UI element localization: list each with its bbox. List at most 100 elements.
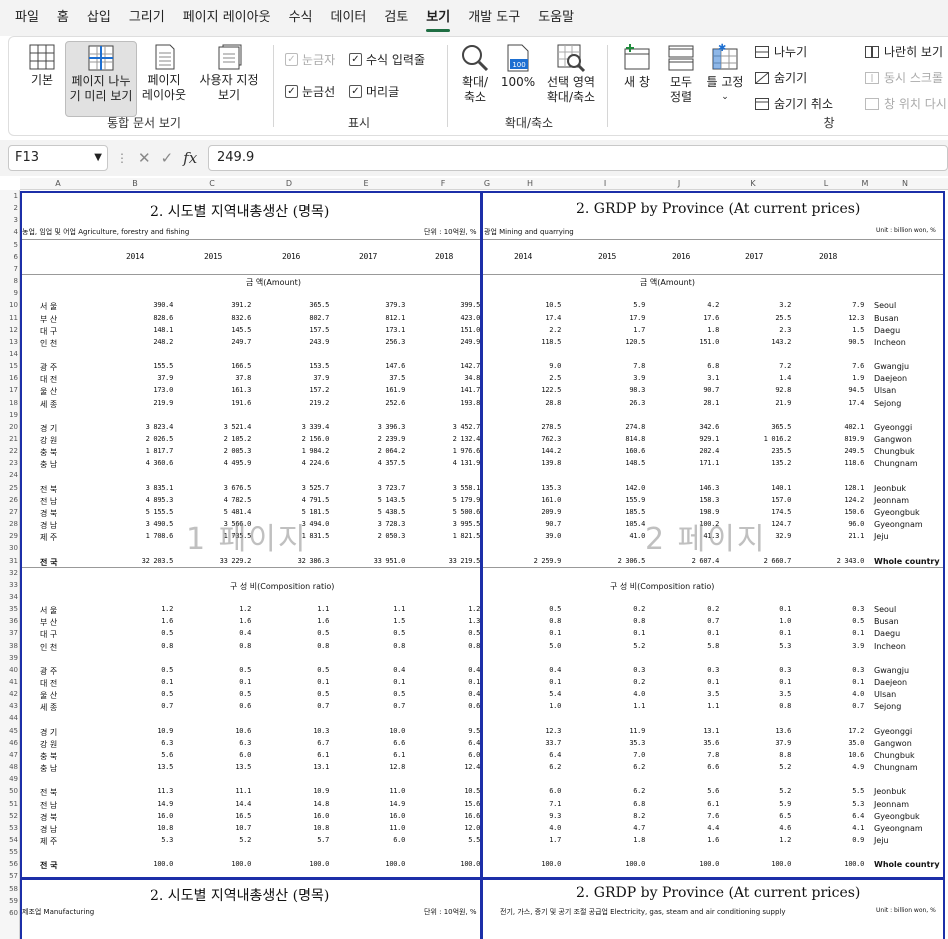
menu-tab-2[interactable]: 삽입 [78, 0, 120, 36]
reset-window-position-button[interactable]: 창 위치 다시 [865, 95, 947, 112]
name-box[interactable]: F13 ▼ [8, 145, 108, 171]
row-header[interactable]: 58 [0, 885, 18, 893]
row-header[interactable]: 33 [0, 581, 18, 589]
row-header[interactable]: 23 [0, 459, 18, 467]
formula-input[interactable]: 249.9 [208, 145, 948, 171]
row-header[interactable]: 50 [0, 787, 18, 795]
menu-tab-0[interactable]: 파일 [6, 0, 48, 36]
row-header[interactable]: 60 [0, 909, 18, 917]
row-header[interactable]: 19 [0, 411, 18, 419]
row-header[interactable]: 2 [0, 204, 18, 212]
column-header-C[interactable]: C [204, 178, 220, 190]
row-header[interactable]: 14 [0, 350, 18, 358]
row-header[interactable]: 22 [0, 447, 18, 455]
row-header[interactable]: 55 [0, 848, 18, 856]
column-header-A[interactable]: A [50, 178, 66, 190]
row-header[interactable]: 30 [0, 544, 18, 552]
row-header[interactable]: 52 [0, 812, 18, 820]
row-header[interactable]: 48 [0, 763, 18, 771]
row-header[interactable]: 42 [0, 690, 18, 698]
menu-tab-4[interactable]: 페이지 레이아웃 [174, 0, 280, 36]
column-header-J[interactable]: J [671, 178, 687, 190]
row-header[interactable]: 1 [0, 192, 18, 200]
row-header[interactable]: 41 [0, 678, 18, 686]
freeze-panes-button[interactable]: ✱ 틀 고정 ⌄ [703, 41, 747, 105]
row-header[interactable]: 47 [0, 751, 18, 759]
menu-tab-9[interactable]: 개발 도구 [459, 0, 529, 36]
row-header[interactable]: 12 [0, 326, 18, 334]
row-header[interactable]: 54 [0, 836, 18, 844]
row-header[interactable]: 35 [0, 605, 18, 613]
zoom-to-selection-button[interactable]: 선택 영역 확대/축소 [539, 41, 603, 105]
row-header[interactable]: 26 [0, 496, 18, 504]
row-header[interactable]: 56 [0, 860, 18, 868]
row-header[interactable]: 20 [0, 423, 18, 431]
worksheet[interactable]: ABCDEFGHIJKLMN 1 2 3 4 5 6 7 8 9 10 11 12 13 14 15 16 17… [0, 178, 948, 939]
row-header[interactable]: 27 [0, 508, 18, 516]
row-header[interactable]: 34 [0, 593, 18, 601]
menu-tab-1[interactable]: 홈 [48, 0, 78, 36]
split-button[interactable]: 나누기 [755, 43, 807, 60]
menu-tab-5[interactable]: 수식 [280, 0, 322, 36]
row-header[interactable]: 39 [0, 654, 18, 662]
row-header[interactable]: 28 [0, 520, 18, 528]
menu-tab-6[interactable]: 데이터 [321, 0, 375, 36]
enter-icon[interactable]: ✓ [161, 149, 174, 167]
row-header[interactable]: 31 [0, 557, 18, 565]
row-header[interactable]: 25 [0, 484, 18, 492]
column-header-H[interactable]: H [522, 178, 538, 190]
row-header[interactable]: 6 [0, 253, 18, 261]
menu-view-tab-active[interactable]: 보기 [417, 0, 459, 36]
column-header-F[interactable]: F [435, 178, 451, 190]
row-header[interactable]: 44 [0, 714, 18, 722]
column-header-L[interactable]: L [818, 178, 834, 190]
row-header[interactable]: 46 [0, 739, 18, 747]
row-header[interactable]: 40 [0, 666, 18, 674]
row-header[interactable]: 17 [0, 386, 18, 394]
cancel-icon[interactable]: ✕ [138, 149, 151, 167]
row-header[interactable]: 21 [0, 435, 18, 443]
insert-function-icon[interactable]: fx [183, 149, 197, 167]
column-header-M[interactable]: M [857, 178, 873, 190]
menu-tab-3[interactable]: 그리기 [120, 0, 174, 36]
row-header[interactable]: 51 [0, 800, 18, 808]
row-header[interactable]: 16 [0, 374, 18, 382]
row-header[interactable]: 43 [0, 702, 18, 710]
column-header-E[interactable]: E [358, 178, 374, 190]
unhide-button[interactable]: 숨기기 취소 [755, 95, 833, 112]
row-header[interactable]: 24 [0, 471, 18, 479]
row-header[interactable]: 36 [0, 617, 18, 625]
ruler-checkbox[interactable]: ✓ 눈금자 [285, 51, 335, 68]
row-header[interactable]: 10 [0, 301, 18, 309]
column-header-K[interactable]: K [745, 178, 761, 190]
column-header-N[interactable]: N [897, 178, 913, 190]
headings-checkbox[interactable]: ✓ 머리글 [349, 83, 399, 100]
chevron-down-icon[interactable]: ▼ [94, 146, 102, 170]
column-header-B[interactable]: B [127, 178, 143, 190]
normal-view-button[interactable]: 기본 [21, 41, 63, 88]
row-header[interactable]: 9 [0, 289, 18, 297]
row-header[interactable]: 32 [0, 569, 18, 577]
column-header-D[interactable]: D [281, 178, 297, 190]
row-header[interactable]: 38 [0, 642, 18, 650]
column-header-G[interactable]: G [479, 178, 495, 190]
custom-views-button[interactable]: 사용자 지정 보기 [193, 41, 265, 103]
page-layout-button[interactable]: 페이지 레이아웃 [139, 41, 189, 103]
row-header[interactable]: 8 [0, 277, 18, 285]
gridlines-checkbox[interactable]: ✓ 눈금선 [285, 83, 335, 100]
column-header-I[interactable]: I [597, 178, 613, 190]
row-header[interactable]: 49 [0, 775, 18, 783]
row-header[interactable]: 45 [0, 727, 18, 735]
row-header[interactable]: 11 [0, 314, 18, 322]
view-side-by-side-button[interactable]: 나란히 보기 [865, 43, 943, 60]
hide-button[interactable]: 숨기기 [755, 69, 807, 86]
page-break-preview-button[interactable]: 페이지 나누 기 미리 보기 [65, 41, 137, 117]
row-header[interactable]: 37 [0, 629, 18, 637]
new-window-button[interactable]: 새 창 [615, 41, 659, 90]
row-header[interactable]: 4 [0, 228, 18, 236]
row-header[interactable]: 29 [0, 532, 18, 540]
row-header[interactable]: 15 [0, 362, 18, 370]
synchronous-scroll-button[interactable]: 동시 스크롤 [865, 69, 943, 86]
zoom-100-button[interactable]: 100 100% [499, 41, 537, 90]
row-header[interactable]: 13 [0, 338, 18, 346]
